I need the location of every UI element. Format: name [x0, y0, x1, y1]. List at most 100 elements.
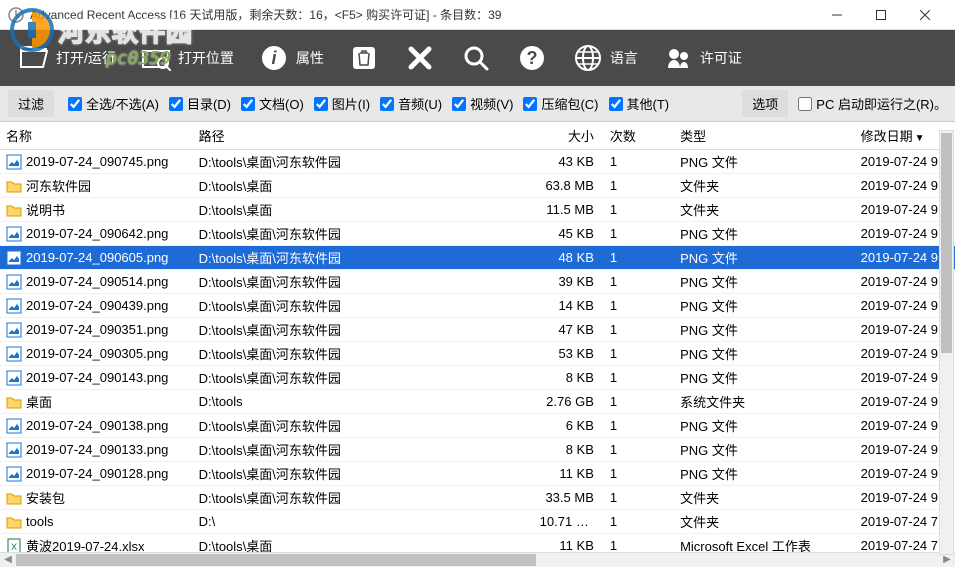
- cell-type: PNG 文件: [674, 414, 855, 438]
- options-label[interactable]: 选项: [742, 90, 788, 117]
- cell-type: PNG 文件: [674, 318, 855, 342]
- cell-path: D:\tools\桌面\河东软件园: [193, 414, 534, 438]
- scrollbar-vertical[interactable]: [939, 130, 954, 555]
- scroll-left-arrow[interactable]: ◀: [0, 553, 16, 567]
- cell-size: 33.5 MB: [534, 486, 604, 510]
- png-icon: [6, 322, 22, 338]
- minimize-button[interactable]: [815, 0, 859, 30]
- filter-documents[interactable]: 文档(O): [241, 94, 304, 113]
- scrollbar-horizontal[interactable]: ◀ ▶: [0, 552, 955, 567]
- table-row[interactable]: 2019-07-24_090138.pngD:\tools\桌面\河东软件园6 …: [0, 414, 955, 438]
- cell-size: 2.76 GB: [534, 390, 604, 414]
- folder-icon: [6, 490, 22, 506]
- maximize-button[interactable]: [859, 0, 903, 30]
- cell-count: 1: [604, 390, 674, 414]
- cell-name: 黄波2019-07-24.xlsx: [26, 536, 145, 552]
- cell-name: 2019-07-24_090642.png: [26, 226, 168, 241]
- filter-video[interactable]: 视频(V): [452, 94, 513, 113]
- cell-path: D:\tools\桌面\河东软件园: [193, 318, 534, 342]
- col-type[interactable]: 类型: [674, 122, 855, 150]
- cell-type: PNG 文件: [674, 246, 855, 270]
- png-icon: [6, 442, 22, 458]
- png-icon: [6, 346, 22, 362]
- cell-count: 1: [604, 366, 674, 390]
- filter-select-all[interactable]: 全选/不选(A): [68, 94, 159, 113]
- scroll-thumb[interactable]: [16, 554, 536, 566]
- properties-button[interactable]: i 属性: [250, 38, 332, 78]
- col-name[interactable]: 名称: [0, 122, 193, 150]
- table-row[interactable]: 安装包D:\tools\桌面\河东软件园33.5 MB1文件夹2019-07-2…: [0, 486, 955, 510]
- cell-path: D:\tools\桌面\河东软件园: [193, 222, 534, 246]
- filter-folders[interactable]: 目录(D): [169, 94, 231, 113]
- table-row[interactable]: 2019-07-24_090514.pngD:\tools\桌面\河东软件园39…: [0, 270, 955, 294]
- scroll-track[interactable]: [16, 553, 939, 567]
- scroll-right-arrow[interactable]: ▶: [939, 553, 955, 567]
- cell-type: PNG 文件: [674, 222, 855, 246]
- language-button[interactable]: 语言: [564, 38, 646, 78]
- filter-audio[interactable]: 音频(U): [380, 94, 442, 113]
- col-size[interactable]: 大小: [534, 122, 604, 150]
- cell-size: 45 KB: [534, 222, 604, 246]
- table-row[interactable]: 2019-07-24_090305.pngD:\tools\桌面\河东软件园53…: [0, 342, 955, 366]
- folder-icon: [6, 394, 22, 410]
- table-row[interactable]: 2019-07-24_090605.pngD:\tools\桌面\河东软件园48…: [0, 246, 955, 270]
- license-button[interactable]: 许可证: [654, 38, 750, 78]
- cell-type: PNG 文件: [674, 294, 855, 318]
- cell-name: 2019-07-24_090439.png: [26, 298, 168, 313]
- table-row[interactable]: 桌面D:\tools2.76 GB1系统文件夹2019-07-24 9:0: [0, 390, 955, 414]
- filter-images[interactable]: 图片(I): [314, 94, 370, 113]
- cell-name: 说明书: [26, 200, 65, 219]
- open-run-icon: [18, 42, 50, 74]
- table-row[interactable]: 2019-07-24_090439.pngD:\tools\桌面\河东软件园14…: [0, 294, 955, 318]
- close-button[interactable]: [903, 0, 947, 30]
- table-row[interactable]: 河东软件园D:\tools\桌面63.8 MB1文件夹2019-07-24 9:…: [0, 174, 955, 198]
- cell-count: 1: [604, 222, 674, 246]
- cell-type: 文件夹: [674, 486, 855, 510]
- table-row[interactable]: 2019-07-24_090128.pngD:\tools\桌面\河东软件园11…: [0, 462, 955, 486]
- search-button[interactable]: [452, 38, 500, 78]
- col-path[interactable]: 路径: [193, 122, 534, 150]
- cell-count: 1: [604, 294, 674, 318]
- table-row[interactable]: 说明书D:\tools\桌面11.5 MB1文件夹2019-07-24 9:0: [0, 198, 955, 222]
- folder-icon: [6, 178, 22, 194]
- cell-type: 文件夹: [674, 174, 855, 198]
- cell-size: 39 KB: [534, 270, 604, 294]
- table-row[interactable]: 2019-07-24_090642.png D:\tools\桌面\河东软件园45…: [0, 222, 955, 246]
- cell-type: 文件夹: [674, 198, 855, 222]
- table-row[interactable]: 2019-07-24_090351.pngD:\tools\桌面\河东软件园47…: [0, 318, 955, 342]
- scroll-thumb-v[interactable]: [941, 133, 952, 353]
- cell-path: D:\tools\桌面\河东软件园: [193, 246, 534, 270]
- col-count[interactable]: 次数: [604, 122, 674, 150]
- cell-size: 43 KB: [534, 150, 604, 174]
- png-icon: [6, 274, 22, 290]
- table-row[interactable]: toolsD:\10.71 GB1文件夹2019-07-24 7:5: [0, 510, 955, 534]
- xlsx-icon: X: [6, 538, 22, 553]
- cell-type: PNG 文件: [674, 342, 855, 366]
- cell-path: D:\tools: [193, 390, 534, 414]
- table-row[interactable]: X黄波2019-07-24.xlsxD:\tools\桌面11 KB1Micro…: [0, 534, 955, 553]
- cell-count: 1: [604, 318, 674, 342]
- cell-name: 2019-07-24_090128.png: [26, 466, 168, 481]
- cell-size: 53 KB: [534, 342, 604, 366]
- table-row[interactable]: 2019-07-24_090133.pngD:\tools\桌面\河东软件园8 …: [0, 438, 955, 462]
- png-icon: [6, 226, 22, 242]
- cell-path: D:\tools\桌面: [193, 198, 534, 222]
- filter-other[interactable]: 其他(T): [609, 94, 670, 113]
- delete-button[interactable]: [396, 38, 444, 78]
- recycle-button[interactable]: [340, 38, 388, 78]
- cell-path: D:\tools\桌面\河东软件园: [193, 438, 534, 462]
- cell-size: 11.5 MB: [534, 198, 604, 222]
- cell-size: 11 KB: [534, 534, 604, 553]
- search-icon: [460, 42, 492, 74]
- option-run-on-start[interactable]: PC 启动即运行之(R)。: [798, 94, 947, 113]
- file-list[interactable]: 名称 路径 大小 次数 类型 修改日期▼ 2019-07-24_090745.p…: [0, 122, 955, 552]
- table-row[interactable]: 2019-07-24_090745.pngD:\tools\桌面\河东软件园43…: [0, 150, 955, 174]
- help-button[interactable]: ?: [508, 38, 556, 78]
- png-icon: [6, 466, 22, 482]
- table-row[interactable]: 2019-07-24_090143.pngD:\tools\桌面\河东软件园8 …: [0, 366, 955, 390]
- cell-type: PNG 文件: [674, 462, 855, 486]
- cell-size: 47 KB: [534, 318, 604, 342]
- filter-compressed[interactable]: 压缩包(C): [523, 94, 598, 113]
- cell-size: 14 KB: [534, 294, 604, 318]
- cell-count: 1: [604, 198, 674, 222]
